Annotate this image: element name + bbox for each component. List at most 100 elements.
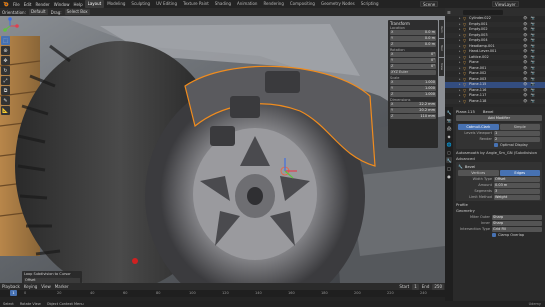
segments-field[interactable]: 3 <box>494 188 540 194</box>
workspace-tab-layout[interactable]: Layout <box>84 0 105 8</box>
rotate-tool-icon[interactable]: ↻ <box>1 66 10 75</box>
scale-x-field[interactable]: X 1.000 <box>390 80 436 85</box>
miter-outer-dropdown[interactable]: Sharp <box>492 214 542 220</box>
location-z-field[interactable]: Z 0.0 m <box>390 42 436 47</box>
location-x-field[interactable]: X 0.0 m <box>390 30 436 35</box>
annotate-tool-icon[interactable]: ✎ <box>1 96 10 105</box>
playhead[interactable]: 1 <box>10 290 17 296</box>
menu-edit[interactable]: Edit <box>22 2 34 7</box>
blender-logo-icon[interactable] <box>2 1 9 7</box>
watermark: Udemy <box>528 302 541 306</box>
timeline-tick-label: 160 <box>288 291 295 295</box>
visibility-toggle-icon[interactable]: 👁 📷 <box>523 99 545 105</box>
navigation-gizmo[interactable] <box>0 16 20 36</box>
transform-tool-icon[interactable]: ⧉ <box>1 86 10 95</box>
location-y-field[interactable]: Y 0.0 m <box>390 36 436 41</box>
properties-editor: 🔧 📷 🖨 ◆ 🌐 ▢ 🔧 ◯ ● Plane.115 Bevel Add Mo… <box>445 107 545 301</box>
rotation-mode-dropdown[interactable]: XYZ Euler <box>390 70 436 75</box>
limit-method-dropdown[interactable]: Weight <box>494 194 540 200</box>
end-frame-field[interactable]: 250 <box>432 283 444 290</box>
scene-selector[interactable]: Scene <box>420 1 439 7</box>
world-properties-icon[interactable]: 🌐 <box>446 141 452 147</box>
workspace-tab-animation[interactable]: Animation <box>234 0 260 8</box>
object-properties-icon[interactable]: ▢ <box>446 149 452 155</box>
rotation-z-field[interactable]: Z 0° <box>390 64 436 69</box>
edges-option[interactable]: Edges <box>499 170 540 176</box>
timeline-playback-menu[interactable]: Playback <box>0 284 22 289</box>
scene-properties-icon[interactable]: ◆ <box>446 133 452 139</box>
tab-tool[interactable]: Tool <box>439 39 444 57</box>
sidebar-n-panel: Transform Location X 0.0 m Y 0.0 m Z 0.0 m … <box>388 20 438 148</box>
move-tool-icon[interactable]: ✥ <box>1 56 10 65</box>
start-frame-field[interactable]: 1 <box>412 283 419 290</box>
view-layer-selector[interactable]: ViewLayer <box>492 1 519 7</box>
tab-item[interactable]: Item <box>439 20 444 38</box>
subdivision-modifier: Catmull-Clark Simple Levels Viewport 1 R… <box>456 123 542 149</box>
scale-tool-icon[interactable]: ⤢ <box>1 76 10 85</box>
viewport-header: Orientation: Default Drag: Select Box <box>0 8 445 16</box>
scale-z-field[interactable]: Z 1.000 <box>390 92 436 97</box>
status-bar: Select Rotate View Object Context Menu U… <box>0 301 545 307</box>
timeline-marker-menu[interactable]: Marker <box>53 284 71 289</box>
rotation-x-field[interactable]: X 0° <box>390 52 436 57</box>
levels-viewport-field[interactable]: 1 <box>494 130 540 136</box>
tool-properties-icon[interactable]: 🔧 <box>446 109 452 115</box>
workspace-tab-modeling[interactable]: Modeling <box>104 0 128 8</box>
material-properties-icon[interactable]: ● <box>446 173 452 179</box>
timeline-ruler[interactable]: 1 0 20 40 60 80 100 120 140 160 180 200 220 240 <box>0 290 445 296</box>
status-select-hint: Select <box>3 302 14 306</box>
bevel-header[interactable]: 🔧 Bevel <box>458 163 540 170</box>
clamp-overlap-checkbox[interactable] <box>492 233 496 237</box>
width-type-dropdown[interactable]: Offset <box>494 176 540 182</box>
scale-y-field[interactable]: Y 1.000 <box>390 86 436 91</box>
operator-panel[interactable]: Loop Subdivision to Cursor Offset <box>22 271 82 283</box>
rotation-y-field[interactable]: Y 0° <box>390 58 436 63</box>
bevel-modifier: 🔧 Bevel Vertices Edges Width Type Offset… <box>456 162 542 201</box>
render-levels-field[interactable]: 2 <box>494 136 540 142</box>
workspace-tab-shading[interactable]: Shading <box>212 0 234 8</box>
workspace-tab-rendering[interactable]: Rendering <box>260 0 286 8</box>
start-frame-label: Start <box>399 284 410 289</box>
outliner-row[interactable]: ▸ ▽ Plane.118 👁 📷 <box>445 98 545 105</box>
workspace-tab-sculpting[interactable]: Sculpting <box>128 0 153 8</box>
orientation-label: Orientation: <box>2 9 26 15</box>
menu-file[interactable]: File <box>11 2 22 7</box>
render-properties-icon[interactable]: 📷 <box>446 117 452 123</box>
miter-inner-dropdown[interactable]: Sharp <box>492 220 542 226</box>
outliner-display-mode-icon[interactable]: ☰ <box>447 10 451 15</box>
viewport-render <box>0 16 445 283</box>
menu-help[interactable]: Help <box>71 2 84 7</box>
workspace-tab-compositing[interactable]: Compositing <box>287 0 318 8</box>
simple-option[interactable]: Simple <box>499 124 540 130</box>
workspace-tab-scripting[interactable]: Scripting <box>358 0 382 8</box>
3d-viewport[interactable]: ⬚ ⊕ ✥ ↻ ⤢ ⧉ ✎ 📐 Loop Subdivision to Curs… <box>0 16 445 283</box>
optimal-display-checkbox[interactable] <box>494 143 498 147</box>
dimension-z-field[interactable]: Z 110 mm <box>390 114 436 119</box>
dimension-x-field[interactable]: X 22.2 mm <box>390 102 436 107</box>
output-properties-icon[interactable]: 🖨 <box>446 125 452 131</box>
operator-title: Loop Subdivision to Cursor <box>24 272 71 276</box>
modifier-properties-icon[interactable]: 🔧 <box>446 157 452 163</box>
select-box-tool-icon[interactable]: ⬚ <box>1 36 10 45</box>
vertices-option[interactable]: Vertices <box>458 170 499 176</box>
outliner-search-input[interactable] <box>462 9 503 15</box>
physics-properties-icon[interactable]: ◯ <box>446 165 452 171</box>
measure-tool-icon[interactable]: 📐 <box>1 106 10 115</box>
orientation-dropdown[interactable]: Default <box>28 9 48 15</box>
timeline-tick-label: 60 <box>123 291 128 295</box>
intersection-type-dropdown[interactable]: Grid Fill <box>492 226 542 232</box>
workspace-tab-geometry-nodes[interactable]: Geometry Nodes <box>318 0 358 8</box>
add-modifier-button[interactable]: Add Modifier <box>456 115 542 121</box>
amount-field[interactable]: 0.03 m <box>494 182 540 188</box>
timeline-keying-menu[interactable]: Keying <box>22 284 39 289</box>
tab-view[interactable]: View <box>439 58 444 76</box>
workspace-tab-uv-editing[interactable]: UV Editing <box>153 0 180 8</box>
workspace-tab-texture-paint[interactable]: Texture Paint <box>180 0 212 8</box>
drag-dropdown[interactable]: Select Box <box>64 9 90 15</box>
dimension-y-field[interactable]: Y 20.2 mm <box>390 108 436 113</box>
catmull-clark-option[interactable]: Catmull-Clark <box>458 124 499 130</box>
menu-render[interactable]: Render <box>33 2 51 7</box>
cursor-tool-icon[interactable]: ⊕ <box>1 46 10 55</box>
menu-window[interactable]: Window <box>52 2 72 7</box>
timeline-view-menu[interactable]: View <box>39 284 53 289</box>
